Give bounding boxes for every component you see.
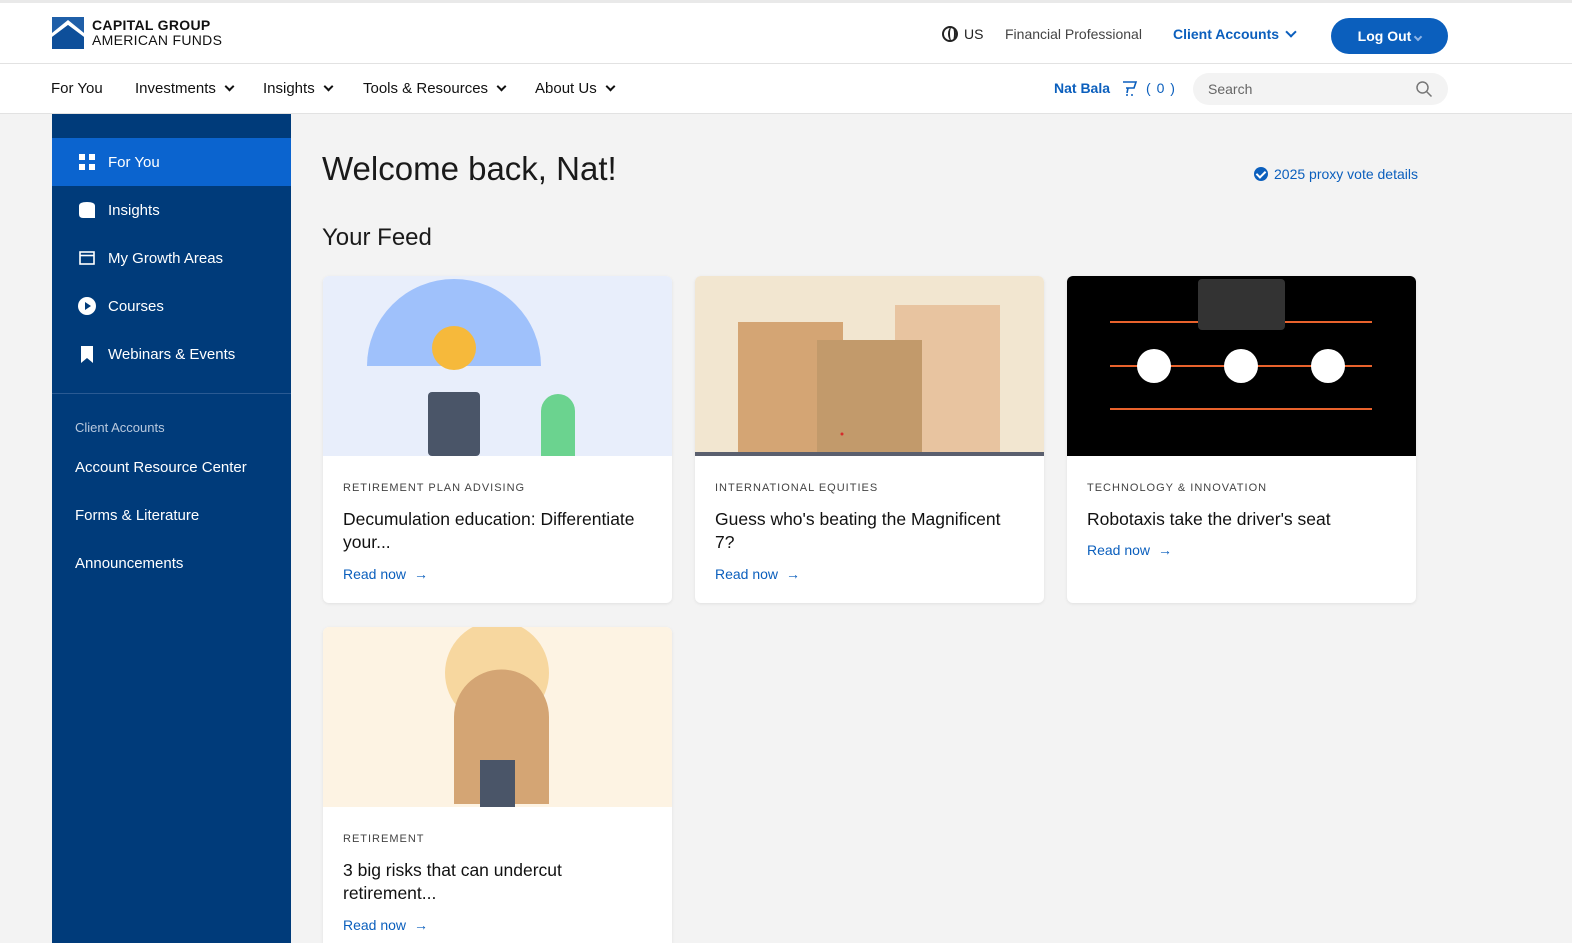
proxy-vote-label: 2025 proxy vote details (1274, 166, 1418, 182)
chevron-down-icon (605, 81, 616, 92)
card-title[interactable]: Guess who's beating the Magnificent 7? (715, 508, 1015, 554)
card-illustration (1067, 276, 1416, 456)
card-title[interactable]: Robotaxis take the driver's seat (1087, 508, 1387, 531)
sidebar-item-for-you[interactable]: For You (52, 138, 291, 186)
search-input[interactable] (1208, 79, 1408, 99)
sidebar-item-label: Courses (108, 297, 164, 315)
nav-item-about-us[interactable]: About Us (535, 80, 616, 97)
page-title: Welcome back, Nat! (322, 150, 617, 187)
sidebar-item-courses[interactable]: Courses (52, 282, 291, 330)
brand-logo[interactable]: CAPITAL GROUP AMERICAN FUNDS (52, 17, 222, 49)
chevron-down-icon (496, 81, 507, 92)
feed-card[interactable]: INTERNATIONAL EQUITIES Guess who's beati… (695, 276, 1044, 603)
read-now-label: Read now (343, 917, 407, 933)
card-category: INTERNATIONAL EQUITIES (715, 482, 879, 494)
arrow-right-icon: → (786, 566, 801, 582)
nav-item-label: Insights (263, 80, 315, 97)
arrow-right-icon: → (1158, 542, 1173, 558)
card-title[interactable]: 3 big risks that can undercut retirement… (343, 859, 643, 905)
nav-item-label: About Us (535, 80, 597, 97)
sidebar: For You Insights My Growth Areas Courses (52, 114, 291, 943)
play-icon (78, 297, 96, 315)
region-label: US (964, 26, 984, 42)
nav-item-insights[interactable]: Insights (263, 80, 334, 97)
chevron-down-icon (1285, 25, 1297, 38)
feed-card[interactable]: RETIREMENT 3 big risks that can undercut… (323, 627, 672, 943)
bookmark-icon (78, 345, 96, 363)
search-icon[interactable] (1415, 80, 1433, 103)
logout-button[interactable]: Log Out (1331, 18, 1448, 54)
user-name-link[interactable]: Nat Bala (1054, 80, 1110, 96)
sidebar-divider (52, 393, 291, 394)
arrow-right-icon: → (414, 917, 429, 933)
card-illustration (695, 276, 1044, 456)
read-now-label: Read now (343, 566, 407, 582)
feed-title: Your Feed (322, 224, 432, 251)
card-category: RETIREMENT (343, 833, 425, 845)
user-cart-area: Nat Bala ( 0 ) (1054, 80, 1176, 96)
sidebar-item-webinars-events[interactable]: Webinars & Events (52, 330, 291, 378)
sidebar-item-label: Webinars & Events (108, 345, 236, 363)
region-selector[interactable]: US (942, 16, 983, 52)
nav-item-investments[interactable]: Investments (135, 80, 235, 97)
nav-item-label: For You (51, 80, 103, 97)
sidebar-item-label: For You (108, 153, 160, 171)
nav-item-label: Tools & Resources (363, 80, 489, 97)
feed-card[interactable]: RETIREMENT PLAN ADVISING Decumulation ed… (323, 276, 672, 603)
card-category: TECHNOLOGY & INNOVATION (1087, 482, 1268, 494)
brand-name-line2: AMERICAN FUNDS (92, 32, 223, 48)
globe-icon (942, 26, 958, 42)
grid-icon (78, 153, 96, 171)
client-accounts-label: Client Accounts (1173, 26, 1280, 42)
role-label: Financial Professional (1005, 26, 1142, 42)
card-illustration (323, 627, 672, 807)
sidebar-link-account-resource-center[interactable]: Account Resource Center (75, 459, 247, 476)
card-title[interactable]: Decumulation education: Differentiate yo… (343, 508, 643, 554)
check-circle-icon (1254, 167, 1268, 181)
sidebar-item-my-growth-areas[interactable]: My Growth Areas (52, 234, 291, 282)
nav-item-for-you[interactable]: For You (51, 80, 103, 97)
card-illustration (323, 276, 672, 456)
main-nav: For You Investments Insights Tools & Res… (0, 64, 1572, 114)
read-now-link[interactable]: Read now → (343, 566, 428, 582)
top-bar: CAPITAL GROUP AMERICAN FUNDS US Financia… (0, 0, 1572, 64)
brand-name-line1: CAPITAL GROUP (92, 17, 211, 33)
read-now-link[interactable]: Read now → (1087, 542, 1172, 558)
card-category: RETIREMENT PLAN ADVISING (343, 482, 526, 494)
read-now-label: Read now (715, 566, 779, 582)
client-accounts-menu[interactable]: Client Accounts (1173, 16, 1297, 52)
chevron-down-icon (224, 81, 235, 92)
cart-icon[interactable] (1122, 80, 1138, 96)
cart-count[interactable]: ( 0 ) (1146, 80, 1176, 96)
sidebar-item-label: My Growth Areas (108, 249, 224, 267)
window-icon (78, 249, 96, 267)
sidebar-link-announcements[interactable]: Announcements (75, 555, 183, 572)
nav-item-tools-resources[interactable]: Tools & Resources (363, 80, 507, 97)
sidebar-item-insights[interactable]: Insights (52, 186, 291, 234)
nav-item-label: Investments (135, 80, 216, 97)
chevron-down-icon (1414, 32, 1423, 42)
logout-label: Log Out (1357, 28, 1412, 44)
feed-card[interactable]: TECHNOLOGY & INNOVATION Robotaxis take t… (1067, 276, 1416, 603)
sidebar-section-heading: Client Accounts (75, 420, 165, 435)
role-link[interactable]: Financial Professional (1005, 16, 1142, 52)
read-now-link[interactable]: Read now → (715, 566, 800, 582)
chevron-down-icon (323, 81, 334, 92)
insights-icon (78, 201, 96, 219)
search-box (1193, 73, 1448, 105)
sidebar-link-forms-literature[interactable]: Forms & Literature (75, 507, 199, 524)
sidebar-item-label: Insights (108, 201, 160, 219)
arrow-right-icon: → (414, 566, 429, 582)
proxy-vote-link[interactable]: 2025 proxy vote details (1254, 166, 1418, 182)
read-now-link[interactable]: Read now → (343, 917, 428, 933)
logo-mark-icon (52, 17, 84, 49)
read-now-label: Read now (1087, 542, 1151, 558)
